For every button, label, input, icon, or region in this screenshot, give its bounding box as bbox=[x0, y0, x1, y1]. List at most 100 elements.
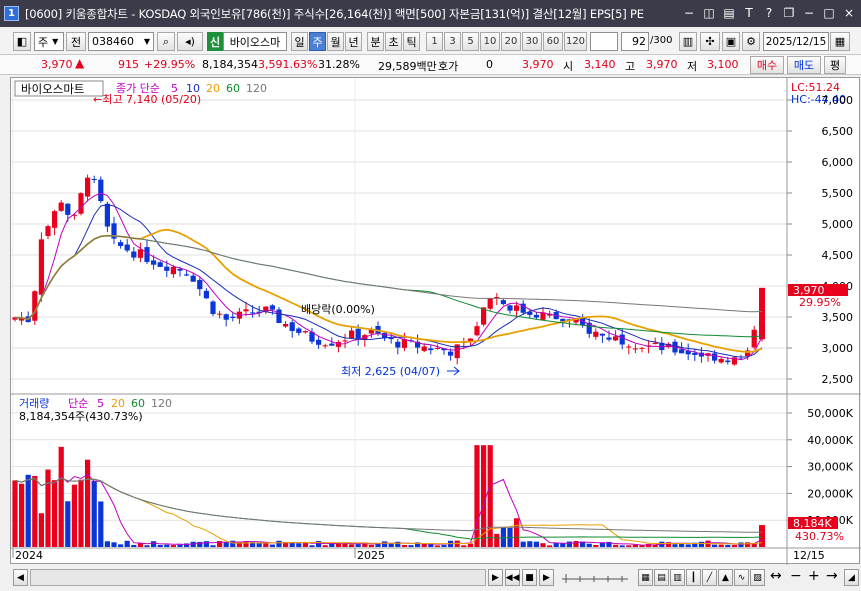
interval-button[interactable]: 20 bbox=[501, 32, 521, 51]
volume-bar bbox=[725, 544, 731, 547]
volume-bar bbox=[151, 541, 157, 547]
tab-period-week[interactable]: 주 bbox=[309, 32, 326, 51]
new-badge: 신 bbox=[207, 32, 223, 51]
minimize-icon[interactable]: − bbox=[801, 4, 817, 22]
volume-bar bbox=[401, 544, 407, 547]
volume-bar bbox=[118, 544, 124, 547]
candle-body bbox=[599, 333, 605, 336]
candle-body bbox=[104, 203, 110, 227]
buy-button[interactable]: 매수 bbox=[750, 56, 784, 74]
play-icon[interactable]: ▶ bbox=[539, 569, 554, 586]
zoom-in-icon[interactable]: + bbox=[808, 569, 822, 586]
candle-body bbox=[349, 330, 355, 339]
candle-body bbox=[203, 290, 209, 299]
chart-menu-icon[interactable]: ◧ bbox=[13, 32, 31, 51]
volume-bar bbox=[164, 544, 170, 547]
volume-bars bbox=[12, 445, 765, 547]
close-icon[interactable]: × bbox=[841, 4, 857, 22]
period-select[interactable]: 주 ▼ bbox=[34, 32, 64, 51]
calendar-icon[interactable]: ▦ bbox=[830, 32, 850, 51]
volume-bar bbox=[408, 545, 414, 547]
maximize-icon[interactable]: □ bbox=[821, 4, 837, 22]
eval-button[interactable]: 평 bbox=[824, 56, 846, 74]
scroll-left-icon[interactable]: ◀ bbox=[13, 569, 28, 586]
expand-icon[interactable]: ↔ bbox=[770, 569, 786, 586]
tab-period-day[interactable]: 일 bbox=[291, 32, 308, 51]
candle-body bbox=[65, 203, 71, 215]
candle-body bbox=[335, 341, 341, 347]
sell-button[interactable]: 매도 bbox=[787, 56, 821, 74]
interval-custom-input[interactable] bbox=[590, 32, 618, 51]
volume-bar bbox=[731, 544, 737, 547]
text-icon[interactable]: T bbox=[741, 4, 757, 22]
volume-bar bbox=[553, 542, 559, 547]
scroll-right-icon[interactable]: ▶ bbox=[488, 569, 503, 586]
mountain-icon[interactable]: ▲ bbox=[718, 569, 733, 586]
stock-name-field[interactable]: 바이오스마 bbox=[223, 32, 287, 51]
volume-bar bbox=[223, 542, 229, 547]
candle-body bbox=[58, 202, 64, 211]
zoom-out-icon[interactable]: − bbox=[790, 569, 804, 586]
sound-icon[interactable]: ◂) bbox=[177, 32, 203, 51]
save-icon[interactable]: ▣ bbox=[722, 32, 740, 51]
arrows-icon[interactable]: → bbox=[826, 569, 842, 586]
x-label-end: 12/15 bbox=[793, 549, 825, 562]
interval-button[interactable]: 3 bbox=[444, 32, 461, 51]
ma-20-label: 20 bbox=[206, 82, 220, 95]
count-input[interactable]: 92 bbox=[621, 32, 649, 51]
rewind-icon[interactable]: ◀◀ bbox=[505, 569, 520, 586]
chart-panel[interactable]: 바이오스마트 종가 단순 5 10 20 60 120 ←최고 7,140 (0… bbox=[10, 77, 861, 565]
volume-bar bbox=[547, 545, 553, 547]
volume-bar bbox=[91, 480, 97, 547]
tile-icon[interactable]: ◫ bbox=[701, 4, 717, 22]
volume-bar bbox=[32, 475, 38, 547]
tab-period-tick[interactable]: 틱 bbox=[403, 32, 420, 51]
volume-bar bbox=[527, 541, 533, 547]
interval-button[interactable]: 60 bbox=[543, 32, 563, 51]
candle-body bbox=[342, 340, 348, 342]
tab-period-minute[interactable]: 분 bbox=[367, 32, 384, 51]
volume-bar bbox=[177, 544, 183, 547]
stop-icon[interactable]: ■ bbox=[522, 569, 537, 586]
chart-svg[interactable]: 바이오스마트 종가 단순 5 10 20 60 120 ←최고 7,140 (0… bbox=[11, 78, 861, 565]
grid-icon[interactable]: ▦ bbox=[638, 569, 653, 586]
stock-code-input[interactable]: 038460 ▼ bbox=[88, 32, 154, 51]
interval-button[interactable]: 120 bbox=[564, 32, 587, 51]
volume-bar bbox=[441, 544, 447, 547]
date-field[interactable]: 2025/12/15 bbox=[763, 32, 829, 51]
bars-icon[interactable]: ▥ bbox=[679, 32, 697, 51]
candle-body bbox=[85, 177, 91, 197]
gear-icon[interactable]: ⚙ bbox=[742, 32, 760, 51]
y-tick-label: 6,000 bbox=[822, 156, 854, 169]
line-icon[interactable]: ╱ bbox=[702, 569, 717, 586]
horizontal-scrollbar[interactable] bbox=[30, 569, 486, 586]
grid-lines bbox=[11, 78, 787, 548]
search-icon[interactable]: ⌕ bbox=[157, 32, 175, 51]
split-icon[interactable]: ▤ bbox=[654, 569, 669, 586]
chevron-down-icon: ▼ bbox=[143, 37, 150, 46]
candle-body bbox=[45, 226, 51, 237]
candle-icon[interactable]: ┃ bbox=[686, 569, 701, 586]
menu-icon[interactable]: ◢ bbox=[844, 569, 859, 586]
tab-period-second[interactable]: 초 bbox=[385, 32, 402, 51]
crosshair-icon[interactable]: ✣ bbox=[700, 32, 720, 51]
interval-button[interactable]: 30 bbox=[522, 32, 542, 51]
zoom-slider[interactable] bbox=[560, 569, 630, 586]
ma-5-line bbox=[14, 192, 763, 361]
help-icon[interactable]: ? bbox=[761, 4, 777, 22]
tile-icon[interactable]: ▥ bbox=[670, 569, 685, 586]
interval-button[interactable]: 10 bbox=[480, 32, 500, 51]
restore-icon[interactable]: ❐ bbox=[781, 4, 797, 22]
tab-period-year[interactable]: 년 bbox=[345, 32, 362, 51]
volume-bar bbox=[269, 544, 275, 547]
vol-ma-5-line bbox=[14, 473, 763, 546]
prev-button[interactable]: 전 bbox=[66, 32, 86, 51]
candle-body bbox=[487, 298, 493, 309]
chart-type-icon[interactable]: ▨ bbox=[750, 569, 765, 586]
minimize-panel-icon[interactable]: − bbox=[681, 4, 697, 22]
tab-period-month[interactable]: 월 bbox=[327, 32, 344, 51]
interval-button[interactable]: 5 bbox=[462, 32, 479, 51]
interval-button[interactable]: 1 bbox=[426, 32, 443, 51]
layout-icon[interactable]: ▤ bbox=[721, 4, 737, 22]
wave-icon[interactable]: ∿ bbox=[734, 569, 749, 586]
